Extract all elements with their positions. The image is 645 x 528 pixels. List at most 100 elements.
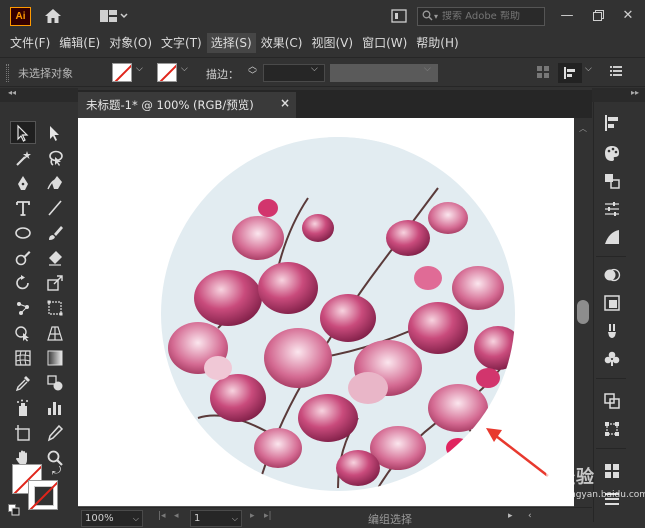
minimize-button[interactable]: — [554, 5, 580, 25]
maximize-button[interactable] [585, 5, 611, 25]
zoom-level-field[interactable]: 100% ⌵ [81, 510, 143, 527]
symbols-panel-icon[interactable] [601, 348, 623, 370]
menu-effect[interactable]: 效果(C) [257, 33, 307, 53]
artboard-tool-icon[interactable] [10, 421, 36, 444]
appearance-panel-icon[interactable] [601, 292, 623, 314]
scroll-left-icon[interactable]: ‹ [528, 511, 532, 521]
search-icon [422, 10, 433, 24]
direct-selection-tool-icon[interactable] [42, 121, 68, 144]
align-panel-dock-icon[interactable] [601, 112, 623, 134]
previous-artboard-icon[interactable]: ◂ [174, 511, 179, 521]
menu-edit[interactable]: 编辑(E) [55, 33, 104, 53]
grip-handle[interactable] [6, 64, 9, 82]
paintbrush-tool-icon[interactable] [42, 221, 68, 244]
variable-width-dropdown-icon[interactable]: ⌵ [424, 64, 431, 74]
ellipse-tool-icon[interactable] [10, 221, 36, 244]
default-fill-stroke-icon[interactable] [8, 504, 20, 519]
mesh-tool-icon[interactable] [10, 346, 36, 369]
menu-window[interactable]: 窗口(W) [358, 33, 411, 53]
perspective-grid-tool-icon[interactable] [42, 321, 68, 344]
shape-builder-tool-icon[interactable] [10, 321, 36, 344]
first-artboard-icon[interactable]: |◂ [158, 511, 166, 521]
document-tab-title: 未标题-1* @ 100% (RGB/预览) [86, 98, 254, 112]
document-tab[interactable]: 未标题-1* @ 100% (RGB/预览) × [78, 92, 296, 118]
stroke-weight-dropdown-icon[interactable]: ⌵ [311, 64, 318, 74]
gradient-tool-icon[interactable] [42, 346, 68, 369]
help-search-input[interactable] [442, 11, 539, 22]
selection-tool-icon[interactable] [10, 121, 36, 144]
vertical-scroll-thumb[interactable] [577, 300, 589, 324]
stroke-swatch[interactable] [157, 63, 177, 82]
toolbar-collapse-bar[interactable]: ◂◂ [0, 88, 78, 102]
home-icon[interactable] [42, 6, 64, 26]
fill-dropdown-icon[interactable]: ⌵ [136, 64, 143, 74]
arrange-documents-icon[interactable] [388, 6, 410, 26]
lasso-tool-icon[interactable] [42, 146, 68, 169]
close-tab-icon[interactable]: × [280, 96, 290, 110]
close-window-button[interactable]: ✕ [615, 5, 641, 25]
color-panel-icon[interactable] [601, 142, 623, 164]
vertical-scrollbar[interactable]: ︿ [574, 118, 592, 507]
eyedropper-tool-icon[interactable] [10, 371, 36, 394]
scroll-up-icon[interactable]: ︿ [579, 123, 587, 134]
pen-tool-icon[interactable] [10, 171, 36, 194]
scale-tool-icon[interactable] [42, 271, 68, 294]
brushes-panel-icon[interactable] [601, 320, 623, 342]
menu-help[interactable]: 帮助(H) [412, 33, 462, 53]
menu-object[interactable]: 对象(O) [105, 33, 156, 53]
transparency-panel-icon[interactable] [601, 264, 623, 286]
stroke-label: 描边： [206, 68, 239, 81]
help-search[interactable]: ▾ [417, 7, 545, 26]
canvas-area[interactable] [78, 118, 576, 507]
artboard[interactable] [78, 118, 574, 506]
transform-panel-icon[interactable] [601, 418, 623, 440]
panel-menu-icon[interactable] [610, 66, 622, 80]
fill-swatch[interactable] [112, 63, 132, 82]
stroke-dropdown-icon[interactable]: ⌵ [181, 64, 188, 74]
artboard-dropdown-icon[interactable]: ⌵ [232, 511, 238, 526]
curvature-tool-icon[interactable] [42, 171, 68, 194]
document-tab-bar: 未标题-1* @ 100% (RGB/预览) × [78, 90, 592, 118]
blend-tool-icon[interactable] [42, 371, 68, 394]
free-transform-tool-icon[interactable] [42, 296, 68, 319]
line-segment-tool-icon[interactable] [42, 196, 68, 219]
menu-file[interactable]: 文件(F) [6, 33, 54, 53]
properties-panel-icon[interactable] [601, 198, 623, 220]
dock-separator [596, 378, 626, 379]
workspace-switcher-icon[interactable] [96, 6, 132, 26]
column-graph-tool-icon[interactable] [42, 396, 68, 419]
swap-fill-stroke-icon[interactable]: ⤾ [52, 464, 61, 478]
last-artboard-icon[interactable]: ▸| [264, 511, 272, 521]
menu-type[interactable]: 文字(T) [157, 33, 206, 53]
eraser-tool-icon[interactable] [42, 246, 68, 269]
artboard-number-field[interactable]: 1 ⌵ [190, 510, 242, 527]
menu-view[interactable]: 视图(V) [307, 33, 357, 53]
color-guide-panel-icon[interactable] [601, 170, 623, 192]
stroke-stepper-icon[interactable]: ︿ ﹀ [248, 63, 257, 81]
placed-image-circle[interactable] [78, 118, 574, 506]
grid-align-icon[interactable] [537, 66, 549, 81]
shaper-tool-icon[interactable] [10, 246, 36, 269]
menu-select[interactable]: 选择(S) [206, 33, 256, 53]
type-tool-icon[interactable] [10, 196, 36, 219]
panel-dock [593, 102, 627, 522]
symbol-sprayer-tool-icon[interactable] [10, 396, 36, 419]
zoom-dropdown-icon[interactable]: ⌵ [133, 511, 139, 526]
tools-panel: ⤾ [6, 118, 74, 523]
swatches-panel-icon[interactable] [601, 460, 623, 482]
puppet-warp-tool-icon[interactable] [10, 296, 36, 319]
dock-collapse-bar[interactable]: ▸▸ [592, 88, 645, 102]
pathfinder-panel-icon[interactable] [601, 390, 623, 412]
magic-wand-tool-icon[interactable] [10, 146, 36, 169]
slice-tool-icon[interactable] [42, 421, 68, 444]
align-panel-icon[interactable] [558, 63, 582, 83]
next-artboard-icon[interactable]: ▸ [250, 511, 255, 521]
variable-width-field[interactable] [330, 64, 438, 82]
align-dropdown-icon[interactable]: ⌵ [585, 64, 592, 74]
gradient-panel-icon[interactable] [601, 226, 623, 248]
app-logo: Ai [10, 7, 31, 26]
stroke-color-swatch[interactable] [28, 480, 58, 510]
watermark-logo: Bai 经验 [520, 467, 596, 487]
rotate-tool-icon[interactable] [10, 271, 36, 294]
status-menu-icon[interactable]: ▸ [508, 511, 513, 521]
